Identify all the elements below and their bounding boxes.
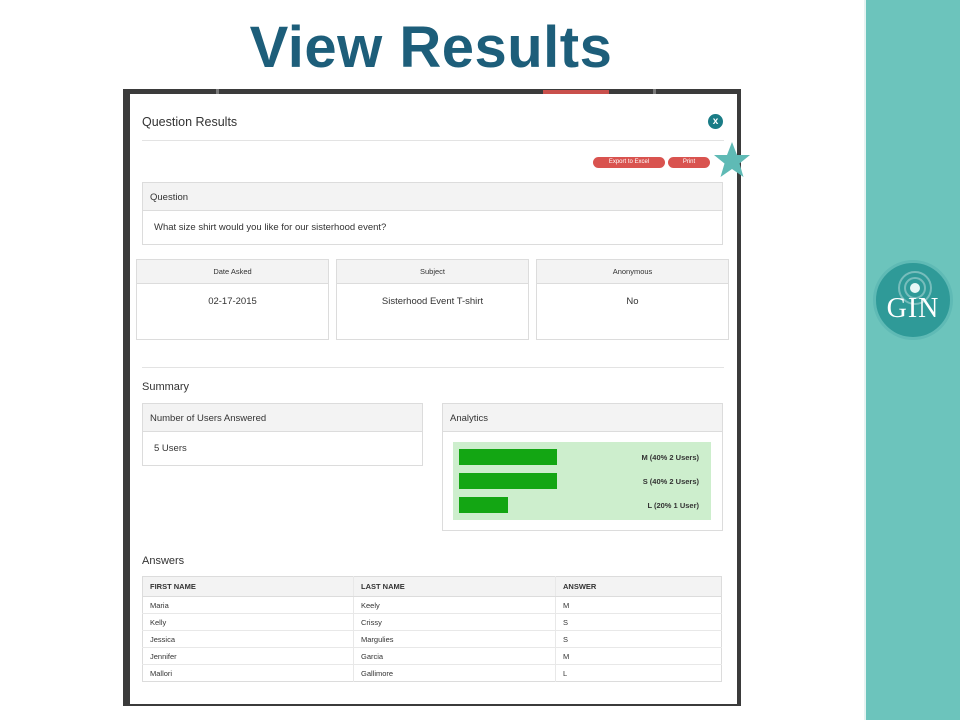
close-icon: x: [712, 116, 719, 127]
table-cell: Crissy: [353, 613, 556, 631]
table-cell: S: [555, 630, 722, 648]
question-results-modal: Question Results x Export to Excel Print…: [130, 94, 737, 704]
table-row: Mallori Gallimore L: [142, 664, 722, 682]
analytics-bar-label: L (20% 1 User): [647, 501, 699, 510]
table-row: Maria Keely M: [142, 596, 722, 614]
column-header: FIRST NAME: [142, 576, 354, 597]
print-button[interactable]: Print: [668, 157, 710, 168]
analytics-header: Analytics: [443, 404, 722, 432]
column-header: ANSWER: [555, 576, 722, 597]
table-row: Jennifer Garcia M: [142, 647, 722, 665]
table-cell: Jennifer: [142, 647, 354, 665]
modal-title: Question Results: [142, 115, 238, 129]
analytics-bar-label: S (40% 2 Users): [642, 477, 699, 486]
users-answered-panel: Number of Users Answered 5 Users: [142, 403, 423, 466]
subject-value: Sisterhood Event T-shirt: [381, 296, 484, 307]
table-cell: Kelly: [142, 613, 354, 631]
analytics-chart: M (40% 2 Users) S (40% 2 Users) L (20% 1 U…: [453, 442, 711, 520]
date-asked-label: Date Asked: [137, 260, 328, 284]
table-cell: M: [555, 647, 722, 665]
summary-heading: Summary: [142, 381, 190, 393]
table-cell: Garcia: [353, 647, 556, 665]
answers-heading: Answers: [142, 555, 185, 567]
date-asked-value: 02-17-2015: [208, 296, 257, 307]
answers-header-row: FIRST NAME LAST NAME ANSWER: [142, 576, 722, 597]
anonymous-card: Anonymous No: [536, 259, 729, 340]
gin-logo: GIN: [873, 260, 953, 340]
table-cell: M: [555, 596, 722, 614]
analytics-bar: [459, 497, 508, 513]
analytics-bar: [459, 449, 557, 465]
anonymous-label: Anonymous: [537, 260, 728, 284]
close-button[interactable]: x: [708, 114, 723, 129]
subject-card: Subject Sisterhood Event T-shirt: [336, 259, 529, 340]
date-asked-card: Date Asked 02-17-2015: [136, 259, 329, 340]
divider: [142, 367, 724, 368]
table-cell: Gallimore: [353, 664, 556, 682]
divider: [142, 140, 724, 141]
table-cell: Jessica: [142, 630, 354, 648]
slide: View Results GIN Question Results x Expo…: [0, 0, 960, 720]
table-cell: Maria: [142, 596, 354, 614]
table-cell: Keely: [353, 596, 556, 614]
subject-label: Subject: [337, 260, 528, 284]
slide-title: View Results: [249, 15, 613, 80]
users-answered-header: Number of Users Answered: [143, 404, 422, 432]
users-answered-value: 5 Users: [154, 443, 187, 454]
anonymous-value: No: [626, 296, 639, 307]
question-header: Question: [143, 183, 722, 211]
question-panel: Question What size shirt would you like …: [142, 182, 723, 245]
table-cell: Margulies: [353, 630, 556, 648]
right-band: [864, 0, 960, 720]
table-cell: L: [555, 664, 722, 682]
column-header: LAST NAME: [353, 576, 556, 597]
table-row: Jessica Margulies S: [142, 630, 722, 648]
analytics-bar: [459, 473, 557, 489]
table-row: Kelly Crissy S: [142, 613, 722, 631]
analytics-bar-label: M (40% 2 Users): [641, 453, 699, 462]
question-text: What size shirt would you like for our s…: [154, 222, 387, 233]
export-excel-button[interactable]: Export to Excel: [593, 157, 665, 168]
star-icon: [714, 142, 750, 177]
gin-logo-text: GIN: [886, 293, 940, 324]
table-cell: S: [555, 613, 722, 631]
analytics-body: M (40% 2 Users) S (40% 2 Users) L (20% 1 U…: [443, 432, 722, 530]
analytics-panel: Analytics M (40% 2 Users) S (40% 2 Users)…: [442, 403, 723, 531]
table-cell: Mallori: [142, 664, 354, 682]
answers-table: FIRST NAME LAST NAME ANSWER Maria Keely M K…: [142, 576, 722, 682]
